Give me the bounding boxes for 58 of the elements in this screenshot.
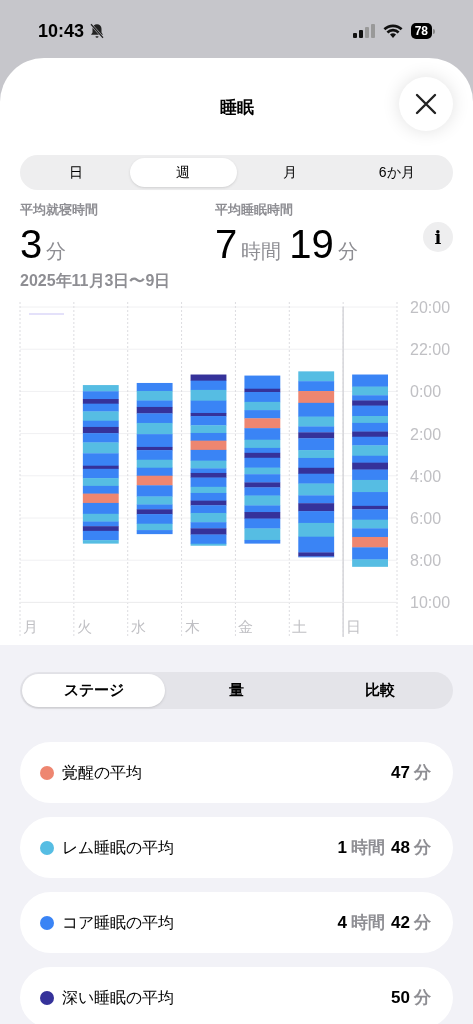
value-number: 50 <box>391 986 410 1009</box>
value-unit: 時間 <box>241 238 282 264</box>
value-unit: 時間 <box>351 911 386 934</box>
period-tab[interactable]: 週 <box>129 158 237 187</box>
value-number: 3 <box>20 223 43 264</box>
stage-label: 深い睡眠の平均 <box>62 987 174 1008</box>
view-tab[interactable]: ステージ <box>22 674 165 707</box>
signal-icon <box>352 24 375 38</box>
value-number: 47 <box>391 761 410 784</box>
stage-row[interactable]: レム睡眠の平均 1 時間 48 分 <box>20 817 453 878</box>
stat-label: 平均就寝時間 <box>20 201 99 219</box>
axis-label: 金 <box>238 617 254 635</box>
period-tab[interactable]: 日 <box>23 158 130 187</box>
axis-label: 2:00 <box>410 425 442 443</box>
value-number: 7 <box>215 223 238 264</box>
value-unit: 分 <box>414 911 431 934</box>
axis-label: 20:00 <box>410 298 451 316</box>
value-unit: 分 <box>337 238 358 264</box>
view-tab[interactable]: 量 <box>165 674 308 707</box>
stat-label: 平均睡眠時間 <box>215 201 294 219</box>
value-unit: 分 <box>414 836 431 859</box>
view-tab[interactable]: 比較 <box>308 674 451 707</box>
status-time: 10:43 <box>38 19 85 43</box>
axis-label: 8:00 <box>410 551 442 569</box>
sheet-title: 睡眠 <box>219 97 254 120</box>
period-tab[interactable]: 6か月 <box>343 158 450 187</box>
value-number: 48 <box>391 836 410 859</box>
axis-label: 6:00 <box>410 509 442 527</box>
value-number: 42 <box>391 911 410 934</box>
stage-row[interactable]: 深い睡眠の平均 50 分 <box>20 967 453 1024</box>
wifi-icon <box>382 24 403 38</box>
value-unit: 時間 <box>351 836 386 859</box>
axis-label: 10:00 <box>410 593 451 611</box>
axis-label: 月 <box>23 617 38 635</box>
value-unit: 分 <box>414 986 431 1009</box>
stage-row[interactable]: 覚醒の平均 47 分 <box>20 742 453 803</box>
axis-label: 土 <box>292 617 308 635</box>
value-number: 4 <box>337 911 348 934</box>
axis-label: 火 <box>76 617 92 635</box>
value-unit: 分 <box>46 238 67 264</box>
info-icon[interactable]: i <box>423 222 453 252</box>
date-range: 2025年11月3日〜9日 <box>19 270 172 291</box>
stage-label: コア睡眠の平均 <box>62 912 174 933</box>
axis-label: 0:00 <box>410 382 442 400</box>
axis-label: 4:00 <box>410 467 442 485</box>
stage-label: 覚醒の平均 <box>62 762 142 783</box>
value-number: 19 <box>289 223 334 264</box>
axis-label: 木 <box>184 617 200 635</box>
period-tab[interactable]: 月 <box>236 158 344 187</box>
stage-label: レム睡眠の平均 <box>62 837 174 858</box>
close-icon <box>415 93 437 115</box>
value-unit: 分 <box>414 761 431 784</box>
axis-label: 22:00 <box>410 340 451 358</box>
stage-row[interactable]: コア睡眠の平均 4 時間 42 分 <box>20 892 453 953</box>
axis-label: 日 <box>346 617 362 635</box>
value-number: 1 <box>337 836 348 859</box>
axis-label: 水 <box>130 617 146 635</box>
battery-icon: 78 <box>410 23 435 39</box>
